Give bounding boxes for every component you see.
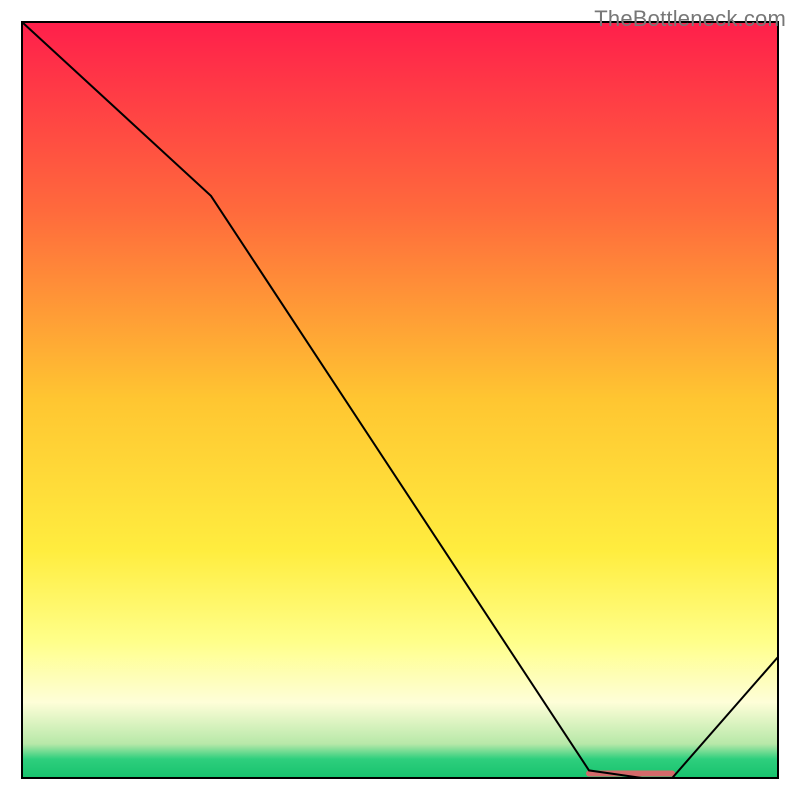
watermark-text: TheBottleneck.com: [594, 6, 786, 32]
bottleneck-chart: [0, 0, 800, 800]
chart-background: [22, 22, 778, 778]
